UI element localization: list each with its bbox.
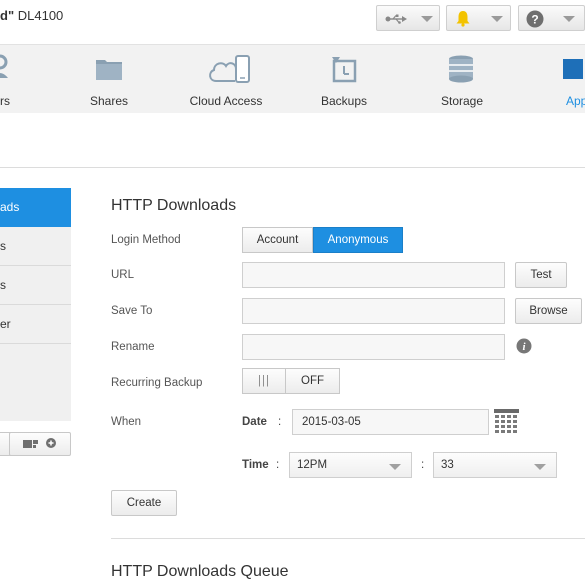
date-colon: : — [278, 416, 282, 428]
sidebar-item-http-downloads[interactable]: ads — [0, 188, 71, 227]
app-sidebar: ads s s er — [0, 188, 71, 421]
recurring-backup-toggle[interactable]: ||| OFF — [242, 368, 340, 394]
nav-backups[interactable]: Backups — [314, 45, 374, 114]
calendar-icon[interactable] — [494, 409, 519, 437]
minute-select[interactable]: 33 — [433, 452, 557, 478]
date-label: Date — [242, 416, 267, 428]
sidebar-item-4[interactable]: er — [0, 305, 71, 344]
help-button[interactable]: ? — [518, 5, 585, 31]
device-title: d" DL4100 — [0, 8, 63, 23]
users-icon — [0, 54, 8, 78]
time-colon-2: : — [421, 459, 425, 471]
cloud-device-icon — [209, 55, 250, 83]
sidebar-item-label: er — [0, 317, 11, 331]
login-account-option[interactable]: Account — [242, 227, 313, 253]
when-label: When — [111, 416, 142, 428]
toggle-state: OFF — [286, 368, 340, 394]
chevron-down-icon — [389, 464, 401, 470]
test-button[interactable]: Test — [515, 262, 567, 288]
chevron-down-icon — [563, 16, 575, 22]
login-method-label: Login Method — [111, 234, 181, 246]
time-colon: : — [276, 459, 280, 471]
date-input[interactable]: 2015-03-05 — [292, 409, 489, 435]
sidebar-item-2[interactable]: s — [0, 227, 71, 266]
device-model: DL4100 — [17, 8, 64, 23]
folder-icon — [96, 60, 122, 80]
nav-shares[interactable]: Shares — [84, 45, 134, 114]
minute-value: 33 — [441, 459, 454, 471]
url-input[interactable] — [242, 262, 505, 288]
help-icon: ? — [526, 10, 544, 31]
nav-apps[interactable]: App — [560, 45, 585, 114]
chevron-down-icon — [534, 464, 546, 470]
hour-select[interactable]: 12PM — [289, 452, 412, 478]
browse-button[interactable]: Browse — [515, 298, 582, 324]
main-nav: rs Shares Cloud Access Backups Storage A… — [0, 44, 585, 113]
nav-cloud-access-label: Cloud Access — [189, 94, 263, 108]
apps-add-icon — [22, 436, 58, 453]
date-value: 2015-03-05 — [302, 416, 361, 428]
sidebar-item-label: ads — [0, 200, 20, 214]
nav-backups-label: Backups — [320, 94, 368, 108]
nav-users[interactable]: rs — [0, 45, 20, 114]
usb-icon — [385, 13, 407, 27]
svg-text:?: ? — [531, 13, 538, 27]
rename-label: Rename — [111, 341, 155, 353]
info-icon[interactable]: i — [516, 338, 532, 357]
brand-name: d" — [0, 8, 15, 23]
save-to-label: Save To — [111, 305, 153, 317]
create-button[interactable]: Create — [111, 490, 177, 516]
toggle-handle: ||| — [242, 368, 286, 394]
recurring-backup-label: Recurring Backup — [111, 377, 203, 389]
storage-icon — [449, 55, 473, 83]
nav-users-label: rs — [0, 94, 10, 108]
sidebar-item-label: s — [0, 278, 6, 292]
add-app-button[interactable] — [9, 432, 71, 456]
apps-icon — [563, 59, 583, 79]
nav-shares-label: Shares — [89, 94, 129, 108]
section-divider — [111, 538, 585, 539]
chevron-down-icon — [421, 16, 433, 22]
time-label: Time — [242, 459, 269, 471]
divider — [0, 167, 585, 168]
queue-title: HTTP Downloads Queue — [111, 563, 289, 580]
sidebar-item-3[interactable]: s — [0, 266, 71, 305]
nav-apps-label: App — [566, 94, 585, 108]
usb-button[interactable] — [376, 5, 440, 31]
chevron-down-icon — [491, 16, 503, 22]
nav-cloud-access[interactable]: Cloud Access — [186, 45, 266, 114]
login-anonymous-option[interactable]: Anonymous — [313, 227, 403, 253]
rename-input[interactable] — [242, 334, 505, 360]
alerts-button[interactable] — [446, 5, 511, 31]
page-title: HTTP Downloads — [111, 197, 237, 214]
backup-icon — [332, 57, 357, 83]
nav-storage[interactable]: Storage — [432, 45, 492, 114]
nav-storage-label: Storage — [440, 94, 484, 108]
url-label: URL — [111, 269, 135, 281]
login-method-toggle: Account Anonymous — [242, 227, 403, 253]
bell-icon — [455, 10, 471, 30]
hour-value: 12PM — [297, 459, 328, 471]
save-to-input[interactable] — [242, 298, 505, 324]
sidebar-item-label: s — [0, 239, 6, 253]
